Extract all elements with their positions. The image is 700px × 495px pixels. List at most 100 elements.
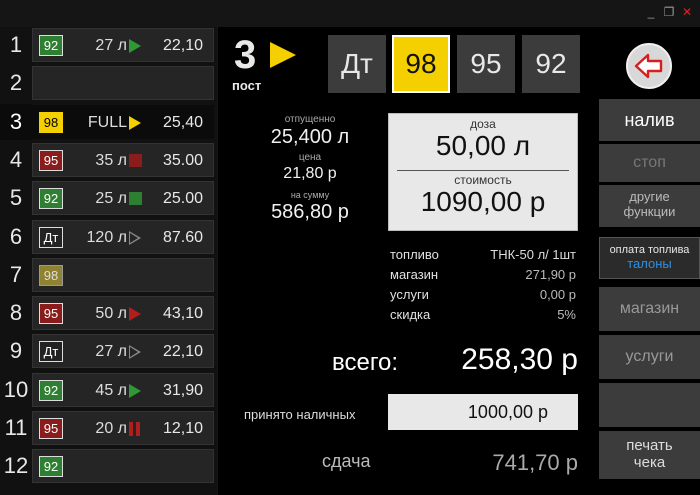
fuel-grade-badge: 95 — [39, 303, 63, 325]
print-receipt-button[interactable]: печать чека — [599, 431, 700, 479]
back-button[interactable] — [626, 43, 672, 89]
pump-amount: 25.00 — [162, 190, 203, 208]
fuel-button-dt[interactable]: Дт — [328, 35, 386, 93]
shop-value: 271,90 р — [525, 267, 576, 282]
other-functions-button[interactable]: другие функции — [599, 185, 700, 227]
pump-row[interactable]: 3 98 FULL 25,40 — [0, 103, 217, 140]
cash-input[interactable]: 1000,00 р — [388, 394, 578, 430]
play-icon — [270, 42, 296, 68]
pump-amount: 35.00 — [162, 151, 203, 169]
pump-number: 10 — [3, 376, 29, 402]
fuel-grade-badge: 92 — [39, 188, 63, 210]
pause-icon — [129, 422, 143, 436]
pump-row[interactable]: 8 95 50 л 43,10 — [0, 295, 217, 331]
play-outline-icon — [129, 230, 143, 245]
pump-row[interactable]: 1 92 27 л 22,10 — [0, 27, 217, 63]
pump-status-box[interactable]: 98 FULL 25,40 — [32, 104, 214, 139]
dose-box[interactable]: доза 50,00 л стоимость 1090,00 р — [388, 113, 578, 231]
fuel-grade-badge: 92 — [39, 379, 63, 401]
fuel-grade-badge: Дт — [39, 341, 63, 363]
print-line2: чека — [633, 454, 666, 471]
pump-status-box[interactable]: Дт 120 л 87.60 — [32, 219, 214, 254]
fuel-grade-badge: 92 — [39, 35, 63, 56]
pump-number: 7 — [9, 261, 23, 287]
price-value: 21,80 р — [283, 165, 337, 182]
payment-type-button[interactable]: оплата топлива талоны — [599, 237, 700, 279]
sum-value: 586,80 р — [271, 201, 349, 223]
empty-button[interactable] — [599, 383, 700, 427]
post-label: пост — [232, 78, 262, 93]
stop-icon — [129, 192, 143, 206]
fuel-grade-badge: 92 — [39, 456, 63, 478]
pump-status-box[interactable]: Дт 27 л 22,10 — [32, 334, 214, 369]
pump-volume: 27 л — [95, 37, 127, 54]
total-label: всего: — [332, 349, 399, 376]
pump-row[interactable]: 6 Дт 120 л 87.60 — [0, 219, 217, 255]
pump-volume: 120 л — [86, 228, 127, 246]
pump-status-box[interactable]: 92 45 л 31,90 — [32, 372, 214, 407]
pump-row[interactable]: 11 95 20 л 12,10 — [0, 410, 217, 446]
services-label: услуги — [390, 287, 429, 302]
sum-label: на сумму — [290, 190, 330, 200]
pump-volume: 20 л — [95, 420, 127, 437]
fuel-button-92[interactable]: 92 — [522, 35, 580, 93]
pump-row[interactable]: 12 92 — [0, 448, 217, 484]
pump-status-box[interactable]: 95 20 л 12,10 — [32, 411, 214, 445]
services-value: 0,00 р — [539, 287, 576, 302]
pump-status-box[interactable] — [32, 66, 214, 101]
pump-status-box[interactable]: 98 — [32, 257, 214, 292]
fuel-label: топливо — [390, 247, 439, 262]
pump-number: 2 — [9, 70, 23, 96]
fuel-grade-badge: 95 — [39, 149, 63, 171]
pump-volume: 35 л — [95, 151, 127, 169]
fuel-value: ТНК-50 л/ 1шт — [490, 247, 576, 262]
pump-number: 12 — [3, 453, 29, 479]
divider — [397, 170, 569, 171]
total-value: 258,30 р — [461, 343, 578, 376]
fuel-grade-badge: 95 — [39, 418, 63, 439]
pump-number: 4 — [9, 146, 23, 172]
pump-row[interactable]: 5 92 25 л 25.00 — [0, 180, 217, 216]
services-button[interactable]: услуги — [599, 335, 700, 379]
fuel-grade-badge: Дт — [39, 226, 63, 248]
pump-status-box[interactable]: 92 27 л 22,10 — [32, 28, 214, 62]
price-label: цена — [298, 152, 322, 163]
pump-status-box[interactable]: 95 35 л 35.00 — [32, 142, 214, 177]
pump-row[interactable]: 4 95 35 л 35.00 — [0, 142, 217, 178]
pump-row[interactable]: 7 98 — [0, 257, 217, 293]
pump-status-box[interactable]: 92 25 л 25.00 — [32, 181, 214, 216]
pump-volume: 45 л — [95, 381, 127, 399]
play-icon — [129, 383, 143, 398]
shop-button[interactable]: магазин — [599, 287, 700, 331]
pump-row[interactable]: 9 Дт 27 л 22,10 — [0, 333, 217, 369]
restore-icon[interactable]: ❐ — [662, 5, 676, 19]
shop-label: магазин — [390, 267, 439, 282]
pump-number: 9 — [9, 338, 23, 364]
change-value: 741,70 р — [492, 450, 578, 475]
pump-status-box[interactable]: 95 50 л 43,10 — [32, 296, 214, 331]
arrow-left-icon — [634, 53, 663, 79]
title-bar: _ ❐ ✕ — [0, 0, 700, 26]
print-line1: печать — [626, 437, 673, 454]
stop-button[interactable]: стоп — [599, 144, 700, 182]
minimize-icon[interactable]: _ — [644, 5, 658, 19]
payment-mode: талоны — [627, 256, 672, 271]
fuel-button-95[interactable]: 95 — [457, 35, 515, 93]
pump-status-box[interactable]: 92 — [32, 449, 214, 484]
fuel-grade-badge: 98 — [39, 264, 63, 286]
cost-value: 1090,00 р — [420, 186, 546, 217]
pour-button[interactable]: налив — [599, 99, 700, 141]
pump-number: 1 — [9, 32, 23, 57]
pump-amount: 12,10 — [162, 420, 203, 437]
pump-list: 1 92 27 л 22,10 2 3 98 FULL 25,40 4 95 35 л 35.00 5 92… — [0, 27, 217, 495]
pump-number: 8 — [9, 300, 23, 326]
pump-amount: 43,10 — [162, 305, 203, 323]
fuel-button-98[interactable]: 98 — [392, 35, 450, 93]
close-icon[interactable]: ✕ — [680, 5, 694, 19]
dose-value: 50,00 л — [435, 130, 531, 161]
released-value: 25,400 л — [270, 126, 350, 148]
pump-row[interactable]: 2 — [0, 65, 217, 101]
pump-row[interactable]: 10 92 45 л 31,90 — [0, 372, 217, 408]
stop-icon — [129, 153, 143, 168]
pump-number: 11 — [4, 415, 28, 440]
